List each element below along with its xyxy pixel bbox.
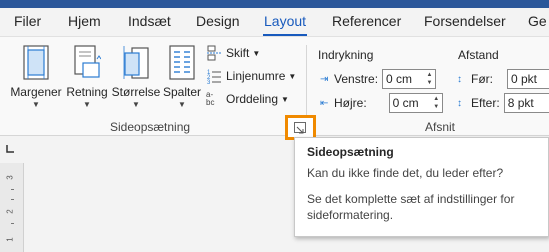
tab-design[interactable]: Design bbox=[196, 13, 240, 29]
spinner-arrows-icon[interactable]: ▲ ▼ bbox=[432, 95, 441, 111]
indent-left-input[interactable]: 0 cm ▲ ▼ bbox=[382, 69, 437, 89]
line-numbers-button[interactable]: 1 2 3 Linjenumre ▼ bbox=[206, 66, 296, 86]
indent-left-row: ⇥ Venstre: 0 cm ▲ ▼ bbox=[320, 69, 437, 89]
size-label: Størrelse bbox=[111, 85, 161, 99]
spacing-after-label: Efter: bbox=[471, 96, 500, 110]
tab-general[interactable]: Ge bbox=[528, 13, 547, 29]
orientation-icon bbox=[73, 45, 102, 81]
tab-hjem[interactable]: Hjem bbox=[68, 13, 101, 29]
ribbon: Margener ▼ Retning ▼ Størrelse ▼ Spalter… bbox=[0, 36, 549, 136]
columns-icon bbox=[168, 45, 196, 81]
title-bar bbox=[0, 0, 549, 8]
spacing-after-input[interactable]: 8 pkt bbox=[503, 93, 549, 113]
margins-button[interactable]: Margener ▼ bbox=[8, 45, 64, 109]
hyphenation-button[interactable]: a- bc Orddeling ▼ bbox=[206, 89, 289, 109]
indent-right-icon: ⇤ bbox=[320, 97, 329, 109]
ruler-number: 2 bbox=[5, 209, 15, 214]
ruler-number: 3 bbox=[5, 175, 15, 180]
indent-right-row: ⇤ Højre: 0 cm ▲ ▼ bbox=[320, 93, 443, 113]
tooltip-description: Se det komplette sæt af indstillinger fo… bbox=[307, 192, 515, 222]
chevron-down-icon: ▼ bbox=[32, 100, 40, 109]
dialog-launcher-icon bbox=[294, 122, 306, 134]
indent-right-label: Højre: bbox=[334, 96, 367, 110]
spacing-after-row: ↕ Efter: 8 pkt bbox=[457, 93, 549, 113]
spacing-before-input[interactable]: 0 pkt bbox=[507, 69, 549, 89]
chevron-down-icon: ▼ bbox=[281, 94, 289, 104]
margins-label: Margener bbox=[10, 85, 62, 99]
ruler-tick bbox=[11, 189, 14, 190]
indent-left-icon: ⇥ bbox=[320, 73, 329, 85]
chevron-down-icon: ▼ bbox=[288, 71, 297, 81]
columns-label: Spalter bbox=[163, 85, 202, 99]
spacing-before-label: Før: bbox=[471, 72, 493, 86]
margins-icon bbox=[22, 45, 50, 81]
chevron-down-icon: ▼ bbox=[132, 100, 140, 109]
svg-text:3: 3 bbox=[207, 80, 211, 84]
indent-left-label: Venstre: bbox=[334, 72, 379, 86]
chevron-down-icon: ▼ bbox=[252, 48, 261, 58]
tab-selector-icon[interactable] bbox=[5, 143, 15, 153]
line-numbers-label: Linjenumre bbox=[226, 69, 286, 83]
chevron-down-icon: ▼ bbox=[178, 100, 186, 109]
chevron-down-icon: ▼ bbox=[83, 100, 91, 109]
spacing-before-row: ↕ Før: 0 pkt bbox=[457, 69, 549, 89]
hyphenation-label: Orddeling bbox=[226, 92, 279, 106]
tooltip-title: Sideopsætning bbox=[307, 145, 394, 159]
ruler-tick bbox=[11, 199, 14, 200]
size-button[interactable]: Størrelse ▼ bbox=[110, 45, 162, 109]
spacing-header: Afstand bbox=[458, 48, 499, 62]
breaks-icon bbox=[206, 45, 222, 61]
spacing-after-icon: ↕ bbox=[457, 97, 462, 109]
tab-indsaet[interactable]: Indsæt bbox=[128, 13, 171, 29]
tab-referencer[interactable]: Referencer bbox=[332, 13, 401, 29]
spacing-before-icon: ↕ bbox=[457, 73, 462, 85]
orientation-button[interactable]: Retning ▼ bbox=[66, 45, 108, 109]
ribbon-tabs: Filer Hjem Indsæt Design Layout Referenc… bbox=[0, 8, 549, 37]
ruler-number: 1 bbox=[5, 237, 15, 242]
hyphenation-icon: a- bc bbox=[206, 90, 215, 107]
tab-filer[interactable]: Filer bbox=[14, 13, 41, 29]
page-setup-tooltip: Sideopsætning Kan du ikke finde det, du … bbox=[294, 137, 549, 237]
columns-button[interactable]: Spalter ▼ bbox=[163, 45, 201, 109]
tab-layout[interactable]: Layout bbox=[264, 13, 306, 29]
size-icon bbox=[122, 45, 150, 81]
tab-forsendelser[interactable]: Forsendelser bbox=[424, 13, 506, 29]
vertical-ruler: 3 2 1 bbox=[0, 163, 24, 252]
tooltip-help-line: Kan du ikke finde det, du leder efter? bbox=[307, 166, 504, 180]
breaks-label: Skift bbox=[226, 46, 250, 60]
indent-right-input[interactable]: 0 cm ▲ ▼ bbox=[388, 93, 443, 113]
line-numbers-icon: 1 2 3 bbox=[206, 68, 222, 86]
indent-header: Indrykning bbox=[318, 48, 374, 62]
spinner-arrows-icon[interactable]: ▲ ▼ bbox=[425, 71, 434, 87]
page-setup-group-label: Sideopsætning bbox=[110, 120, 191, 134]
paragraph-group-label: Afsnit bbox=[425, 120, 456, 134]
ruler-tick bbox=[11, 223, 14, 224]
orientation-label: Retning bbox=[66, 85, 108, 99]
breaks-button[interactable]: Skift ▼ bbox=[206, 43, 260, 63]
